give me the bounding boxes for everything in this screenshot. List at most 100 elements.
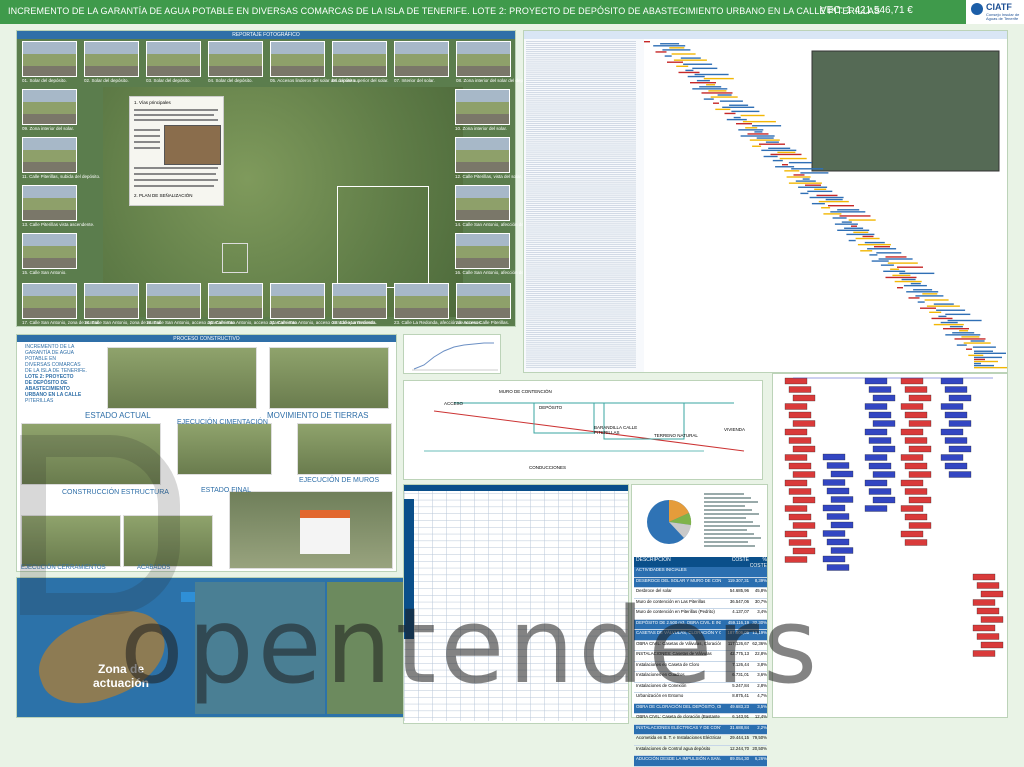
gantt-bar xyxy=(692,67,718,70)
render-final-state xyxy=(229,491,393,569)
photo-thumbnail xyxy=(455,185,510,221)
schematic-node xyxy=(976,582,1000,589)
photo-thumbnail xyxy=(208,41,263,77)
schematic-node xyxy=(948,471,972,478)
stage-earthworks: MOVIMIENTO DE TIERRAS xyxy=(267,411,369,420)
gantt-bar xyxy=(910,282,921,285)
photo-caption: 15. Calle San Antonio. xyxy=(22,270,67,275)
schematic-node xyxy=(822,504,846,512)
schematic-node xyxy=(864,428,888,436)
gantt-chart xyxy=(524,31,1007,372)
schematic-node xyxy=(784,377,808,385)
schematic-node xyxy=(872,496,896,504)
gantt-bar xyxy=(719,100,743,102)
gantt-bar xyxy=(943,328,969,330)
gantt-bar xyxy=(676,65,689,67)
gantt-bar xyxy=(756,137,774,139)
photo-thumbnail xyxy=(332,41,387,77)
schematic-node xyxy=(908,445,932,453)
gantt-bar xyxy=(740,135,775,137)
gantt-bar xyxy=(786,176,811,178)
gantt-bar xyxy=(823,213,842,215)
schematic-node xyxy=(940,377,964,385)
page-title: INCREMENTO DE LA GARANTÍA DE AGUA POTABL… xyxy=(8,6,881,16)
gantt-bar xyxy=(671,53,696,55)
label-conducciones: CONDUCCIONES xyxy=(529,465,567,470)
gantt-bar xyxy=(848,219,876,221)
gantt-bar xyxy=(945,313,971,316)
schematic-node xyxy=(900,530,924,538)
photo-thumbnail xyxy=(22,89,77,125)
gantt-bar xyxy=(713,102,719,104)
gantt-bar xyxy=(949,325,963,328)
schematic-node xyxy=(976,607,1000,615)
gantt-bar xyxy=(722,106,755,108)
schematic-node xyxy=(944,386,968,393)
label-barandilla: BARANDILLA CALLE PITERILLAS xyxy=(594,425,638,435)
schematic-node xyxy=(788,539,812,546)
cost-row: INSTALACIONES ELÉCTRICAS Y DE CONTROL31.… xyxy=(634,724,767,735)
gantt-bar xyxy=(788,161,812,164)
schematic-node xyxy=(940,428,964,436)
photo-thumbnail xyxy=(394,41,449,77)
schematic-node xyxy=(900,479,924,487)
gantt-bar xyxy=(966,348,972,350)
gantt-bar xyxy=(853,231,869,234)
cross-section-drawing: ACCESO MURO DE CONTENCIÓN DEPÓSITO BARAN… xyxy=(403,380,763,480)
render-earthworks xyxy=(269,347,389,409)
budget-label: VEC: 1.421.546,71 € xyxy=(820,5,913,16)
schematic-node xyxy=(792,547,816,555)
gantt-bar xyxy=(814,188,827,190)
photo-caption: 13. Calle Piterillas vista ascendente. xyxy=(22,222,95,227)
schematic-node xyxy=(948,394,972,402)
gantt-bar xyxy=(906,291,939,293)
schematic-node xyxy=(788,437,812,444)
site-marker-frame xyxy=(222,243,248,273)
schematic-node xyxy=(864,454,888,461)
schematic-node xyxy=(900,454,924,461)
schematic-node xyxy=(976,633,1000,640)
gantt-bar xyxy=(867,248,897,250)
gantt-bar xyxy=(860,250,873,252)
photo-thumbnail xyxy=(22,137,77,173)
photo-thumbnail xyxy=(84,41,139,77)
gantt-bar xyxy=(694,73,729,76)
schematic-node xyxy=(826,538,850,546)
gantt-bar xyxy=(899,272,935,275)
gantt-chart-panel xyxy=(523,30,1008,373)
gantt-bar xyxy=(662,49,691,51)
gantt-bar xyxy=(768,147,791,149)
schematic-node xyxy=(904,488,928,495)
schematic-node xyxy=(940,454,964,461)
photo-thumbnail xyxy=(22,233,77,269)
gantt-bar xyxy=(726,118,747,121)
logo-subtitle: Consejo Insular de Aguas de Tenerife xyxy=(986,12,1020,21)
textbox-title: 1. Vías principales xyxy=(134,100,171,105)
gantt-bar xyxy=(779,157,807,160)
schematic-node xyxy=(900,505,924,512)
gantt-bar xyxy=(887,262,918,264)
schematic-node xyxy=(822,530,846,537)
photo-caption: 06. Límite superior del solar. xyxy=(332,78,389,83)
gantt-bar xyxy=(745,127,758,129)
gantt-bar xyxy=(809,196,844,199)
gantt-bar xyxy=(915,295,944,297)
cost-row: OBRA CIVIL: Caseta de cloración (Bastant… xyxy=(634,714,767,725)
gantt-bar xyxy=(791,168,824,170)
gantt-bar xyxy=(974,362,981,365)
gantt-bar xyxy=(752,125,782,127)
gantt-bar xyxy=(825,198,843,201)
photo-caption: 24. Acceso Calle Piterillas. xyxy=(456,320,510,325)
gantt-bar xyxy=(740,114,765,117)
photo-thumbnail xyxy=(22,283,77,319)
cost-row: Instalaciones de Control agua depósito 12… xyxy=(634,746,767,756)
schematic-node xyxy=(792,471,816,478)
gantt-bar xyxy=(805,184,821,186)
process-intro: INCREMENTO DE LA GARANTÍA DE AGUA POTABLE … xyxy=(25,344,87,404)
gantt-bar xyxy=(696,79,710,82)
gantt-bar xyxy=(685,69,694,72)
schematic-node xyxy=(904,411,928,419)
photo-thumbnail xyxy=(146,41,201,77)
schematic-node xyxy=(788,488,812,495)
title-bar: INCREMENTO DE LA GARANTÍA DE AGUA POTABL… xyxy=(0,0,1024,24)
